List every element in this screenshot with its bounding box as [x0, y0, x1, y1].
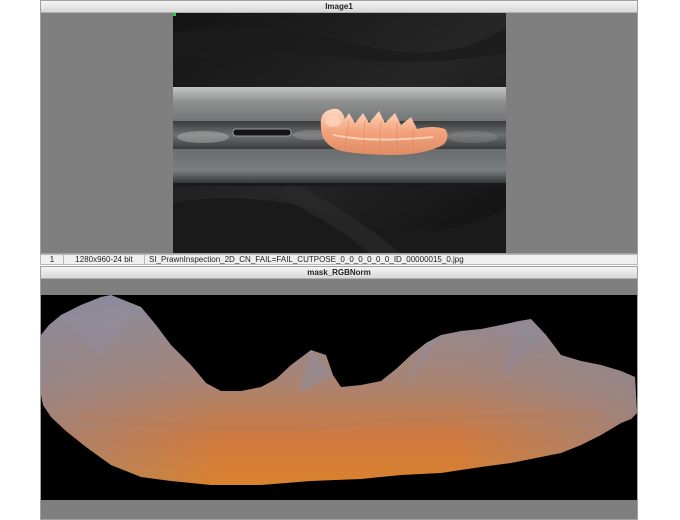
prawn-photo-graphic: [173, 13, 506, 253]
mask-panel[interactable]: mask_RGBNorm: [40, 266, 638, 520]
viewer-window: Image1 1 1280x960-24 bit SI_PrawnInspect…: [0, 0, 680, 520]
mask-image[interactable]: [41, 295, 637, 500]
mask-view[interactable]: [41, 279, 637, 519]
image1-panel[interactable]: Image1: [40, 0, 638, 254]
prawn-photo[interactable]: [173, 13, 506, 253]
image-size-info: 1280x960-24 bit: [64, 255, 145, 264]
mask-graphic: [41, 295, 637, 500]
roi-marker-icon: [173, 13, 176, 16]
image-status-bar: 1 1280x960-24 bit SI_PrawnInspection_2D_…: [40, 254, 638, 265]
image1-view[interactable]: [41, 13, 637, 253]
image-filename: SI_PrawnInspection_2D_CN_FAIL=FAIL_CUTPO…: [149, 255, 464, 264]
mask-title: mask_RGBNorm: [41, 267, 637, 279]
image-index: 1: [41, 255, 64, 264]
image1-title: Image1: [41, 1, 637, 13]
